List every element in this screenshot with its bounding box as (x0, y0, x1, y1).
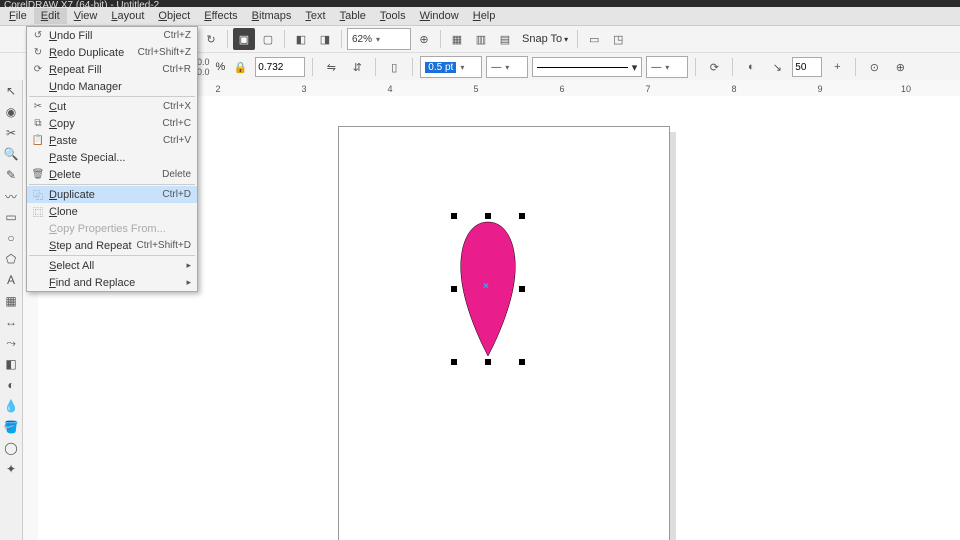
menu-bitmaps[interactable]: Bitmaps (245, 8, 299, 24)
shape-tool-icon[interactable]: ◉ (2, 103, 20, 121)
selected-shape[interactable]: × (457, 219, 519, 359)
handle-w[interactable] (451, 286, 457, 292)
menu-item-select-all[interactable]: Select All▸ (27, 257, 197, 274)
end-arrow-select[interactable]: —▾ (646, 56, 688, 78)
spin-input[interactable] (792, 57, 822, 77)
mirror-h-icon[interactable]: ⇋ (320, 56, 342, 78)
options-icon[interactable]: ▭ (583, 28, 605, 50)
menu-item-paste[interactable]: 📋PasteCtrl+V (27, 132, 197, 149)
menu-item-paste-special-[interactable]: Paste Special... (27, 149, 197, 166)
menu-tools[interactable]: Tools (373, 8, 413, 24)
menu-item-copy[interactable]: ⧉CopyCtrl+C (27, 115, 197, 132)
edit-menu-dropdown: ↺Undo FillCtrl+Z↻Redo DuplicateCtrl+Shif… (26, 26, 198, 292)
mirror-v-icon[interactable]: ⇵ (346, 56, 368, 78)
menu-item-undo-manager[interactable]: Undo Manager (27, 78, 197, 95)
wrap-icon[interactable]: ⟳ (703, 56, 725, 78)
guides-icon[interactable]: ▥ (470, 28, 492, 50)
spin-plus-icon[interactable]: + (826, 56, 848, 78)
pick-tool-icon[interactable]: ↖ (2, 82, 20, 100)
start-arrow-select[interactable]: —▾ (486, 56, 528, 78)
page: × (338, 126, 670, 540)
fill-tool-icon[interactable]: 🪣 (2, 418, 20, 436)
eyedropper-tool-icon[interactable]: 💧 (2, 397, 20, 415)
line-style-select[interactable]: ▾ (532, 57, 642, 77)
lock-ratio-icon[interactable]: 🔒 (229, 56, 251, 78)
toolbox: ↖ ◉ ✂ 🔍 ✎ 〰 ▭ ○ ⬠ A ▦ ↔ ⤳ ◧ ◐ 💧 🪣 ◯ ✦ (0, 80, 23, 540)
effects-tool-icon[interactable]: ◧ (2, 355, 20, 373)
menu-text[interactable]: Text (298, 8, 332, 24)
menu-item-cut[interactable]: ✂CutCtrl+X (27, 98, 197, 115)
connector-tool-icon[interactable]: ⤳ (2, 334, 20, 352)
handle-se[interactable] (519, 359, 525, 365)
publish-icon[interactable]: ◧ (290, 28, 312, 50)
menu-view[interactable]: View (67, 8, 105, 24)
grid-icon[interactable]: ▦ (446, 28, 468, 50)
freehand-tool-icon[interactable]: ✎ (2, 166, 20, 184)
menu-item-repeat-fill[interactable]: ⟳Repeat FillCtrl+R (27, 61, 197, 78)
ellipse-tool-icon[interactable]: ○ (2, 229, 20, 247)
menu-item-copy-properties-from-: Copy Properties From... (27, 220, 197, 237)
handle-ne[interactable] (519, 213, 525, 219)
pdf-icon[interactable]: ◨ (314, 28, 336, 50)
text-tool-icon[interactable]: A (2, 271, 20, 289)
snap-to-menu[interactable]: Snap To▾ (518, 33, 572, 45)
align-icon[interactable]: ▯ (383, 56, 405, 78)
menu-item-undo-fill[interactable]: ↺Undo FillCtrl+Z (27, 27, 197, 44)
menu-item-duplicate[interactable]: ⿻DuplicateCtrl+D (27, 186, 197, 203)
import-icon[interactable]: ▣ (233, 28, 255, 50)
menu-layout[interactable]: Layout (104, 8, 151, 24)
export-icon[interactable]: ▢ (257, 28, 279, 50)
zoom-icon[interactable]: ⊕ (413, 28, 435, 50)
crop-tool-icon[interactable]: ✂ (2, 124, 20, 142)
outline-tool-icon[interactable]: ◯ (2, 439, 20, 457)
handle-n[interactable] (485, 213, 491, 219)
launcher-icon[interactable]: ◳ (607, 28, 629, 50)
menu-file[interactable]: File (2, 8, 34, 24)
menu-effects[interactable]: Effects (197, 8, 244, 24)
menu-edit[interactable]: Edit (34, 8, 67, 24)
transparency-tool-icon[interactable]: ◐ (2, 376, 20, 394)
menu-table[interactable]: Table (333, 8, 373, 24)
menu-window[interactable]: Window (413, 8, 466, 24)
menu-item-find-and-replace[interactable]: Find and Replace▸ (27, 274, 197, 291)
handle-nw[interactable] (451, 213, 457, 219)
menu-item-step-and-repeat[interactable]: Step and RepeatCtrl+Shift+D (27, 237, 197, 254)
menu-help[interactable]: Help (466, 8, 503, 24)
convert-icon[interactable]: ⊙ (863, 56, 885, 78)
table-tool-icon[interactable]: ▦ (2, 292, 20, 310)
handle-s[interactable] (485, 359, 491, 365)
menu-bar: FileEditViewLayoutObjectEffectsBitmapsTe… (0, 7, 960, 26)
handle-e[interactable] (519, 286, 525, 292)
zoom-select[interactable]: 62%▾ (347, 28, 411, 50)
dimension-tool-icon[interactable]: ↔ (2, 313, 20, 331)
handle-sw[interactable] (451, 359, 457, 365)
center-marker-icon: × (483, 281, 489, 292)
outline-width-value: 0.5 pt (425, 62, 456, 73)
menu-item-delete[interactable]: 🗑DeleteDelete (27, 166, 197, 183)
polygon-tool-icon[interactable]: ⬠ (2, 250, 20, 268)
zoom-tool-icon[interactable]: 🔍 (2, 145, 20, 163)
snap-icon[interactable]: ▤ (494, 28, 516, 50)
rotation-input[interactable] (255, 57, 305, 77)
menu-object[interactable]: Object (151, 8, 197, 24)
title-bar: CorelDRAW X7 (64-bit) - Untitled-2 (0, 0, 960, 7)
zoom-value: 62% (352, 34, 372, 45)
close-curve-icon[interactable]: ◐ (740, 56, 762, 78)
redo-icon[interactable]: ↻ (200, 28, 222, 50)
percent-label: % (216, 61, 226, 73)
outline-width-select[interactable]: 0.5 pt▾ (420, 56, 482, 78)
smart-tool-icon[interactable]: ✦ (2, 460, 20, 478)
add-icon[interactable]: ⊕ (889, 56, 911, 78)
menu-item-redo-duplicate[interactable]: ↻Redo DuplicateCtrl+Shift+Z (27, 44, 197, 61)
reverse-icon[interactable]: ↘ (766, 56, 788, 78)
artistic-tool-icon[interactable]: 〰 (2, 187, 20, 205)
menu-item-clone[interactable]: ⿴Clone (27, 203, 197, 220)
rectangle-tool-icon[interactable]: ▭ (2, 208, 20, 226)
